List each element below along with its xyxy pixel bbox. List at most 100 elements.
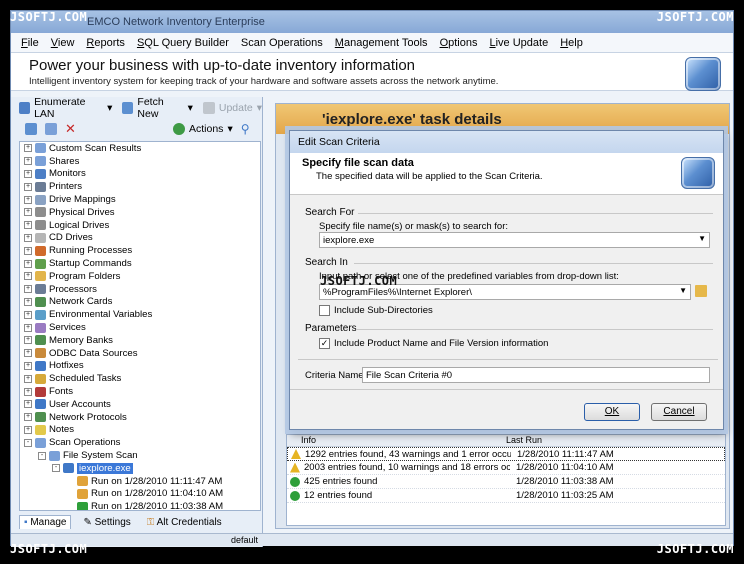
tree-item[interactable]: - File System Scan	[20, 449, 260, 462]
tree-item[interactable]: + Printers	[20, 180, 260, 193]
tree-item[interactable]: + Environmental Variables	[20, 308, 260, 321]
tree-item-label: Run on 1/28/2010 11:03:38 AM	[91, 501, 224, 511]
result-row[interactable]: 12 entries found 1/28/2010 11:03:25 AM	[287, 489, 725, 503]
expand-icon[interactable]: +	[24, 323, 32, 332]
fetch-new-button[interactable]: Fetch New ▾	[122, 96, 193, 120]
include-subdirectories-checkbox[interactable]: Include Sub-Directories	[319, 305, 433, 316]
menu-item-0[interactable]: File	[15, 37, 45, 49]
expand-icon[interactable]: +	[24, 413, 32, 422]
actions-button[interactable]: Actions ▾	[173, 123, 233, 135]
chevron-down-icon[interactable]: ▼	[698, 234, 706, 243]
enumerate-lan-button[interactable]: Enumerate LAN ▾	[19, 96, 112, 120]
tree-item[interactable]: Run on 1/28/2010 11:04:10 AM	[20, 488, 260, 501]
tab-settings[interactable]: ✎ Settings	[79, 516, 134, 529]
menu-item-8[interactable]: Help	[554, 37, 589, 49]
tree-item[interactable]: + Physical Drives	[20, 206, 260, 219]
tree-item[interactable]: + Fonts	[20, 385, 260, 398]
tree-item[interactable]: + Logical Drives	[20, 219, 260, 232]
search-for-label: Search For	[305, 207, 355, 218]
file-name-combo[interactable]: iexplore.exe ▼	[319, 232, 710, 248]
result-row[interactable]: 425 entries found 1/28/2010 11:03:38 AM	[287, 475, 725, 489]
tree-item[interactable]: + Shares	[20, 155, 260, 168]
tab-manage[interactable]: ▪ Manage	[19, 515, 72, 529]
result-row[interactable]: 2003 entries found, 10 warnings and 18 e…	[287, 461, 725, 475]
result-description: 12 entries found	[304, 490, 373, 501]
expand-icon[interactable]: +	[24, 425, 32, 434]
tree-item[interactable]: + Processors	[20, 283, 260, 296]
title-bar[interactable]: EMCO Network Inventory Enterprise	[11, 11, 733, 33]
tree-item[interactable]: Run on 1/28/2010 11:03:38 AM	[20, 500, 260, 511]
menu-item-1[interactable]: View	[45, 37, 81, 49]
tree-item[interactable]: + Network Cards	[20, 296, 260, 309]
tab-alt-credentials[interactable]: ⚿ Alt Credentials	[143, 516, 226, 529]
tree-item[interactable]: + Memory Banks	[20, 334, 260, 347]
tree-item[interactable]: + Custom Scan Results	[20, 142, 260, 155]
chevron-down-icon[interactable]: ▼	[679, 286, 687, 295]
column-info[interactable]: Info	[287, 435, 316, 446]
tree-item[interactable]: + Startup Commands	[20, 257, 260, 270]
tree-item[interactable]: + CD Drives	[20, 232, 260, 245]
expand-icon[interactable]: +	[24, 387, 32, 396]
tree-item[interactable]: + Monitors	[20, 168, 260, 181]
expand-icon[interactable]: +	[24, 157, 32, 166]
ok-button[interactable]: OK	[584, 403, 640, 421]
include-product-checkbox[interactable]: ✓ Include Product Name and File Version …	[319, 338, 548, 349]
tree-item[interactable]: + User Accounts	[20, 398, 260, 411]
expand-icon[interactable]: +	[24, 297, 32, 306]
menu-item-5[interactable]: Management Tools	[329, 37, 434, 49]
tree-item[interactable]: - iexplore.exe	[20, 462, 260, 475]
key-icon: ⚿	[146, 516, 155, 528]
tree-item[interactable]: + Services	[20, 321, 260, 334]
cancel-button[interactable]: Cancel	[651, 403, 707, 421]
tree-item[interactable]: + Notes	[20, 424, 260, 437]
collapse-icon[interactable]: -	[38, 451, 46, 460]
dialog-title-bar[interactable]: Edit Scan Criteria	[290, 131, 723, 153]
tree-node-icon	[35, 284, 46, 295]
search-icon[interactable]: ⚲	[241, 122, 250, 136]
expand-icon[interactable]: +	[24, 144, 32, 153]
menu-item-2[interactable]: Reports	[80, 37, 131, 49]
tree-item[interactable]: + Network Protocols	[20, 411, 260, 424]
criteria-name-input[interactable]: File Scan Criteria #0	[362, 367, 710, 383]
expand-icon[interactable]: +	[24, 208, 32, 217]
expand-icon[interactable]: +	[24, 336, 32, 345]
tree-item[interactable]: + Hotfixes	[20, 360, 260, 373]
expand-icon[interactable]: +	[24, 349, 32, 358]
expand-icon[interactable]: +	[24, 400, 32, 409]
tree-item[interactable]: + Running Processes	[20, 244, 260, 257]
expand-icon[interactable]: +	[24, 182, 32, 191]
tree-item-label: Running Processes	[49, 245, 133, 257]
tree-item[interactable]: + Scheduled Tasks	[20, 372, 260, 385]
menu-item-4[interactable]: Scan Operations	[235, 37, 329, 49]
expand-icon[interactable]: +	[24, 221, 32, 230]
tree-item[interactable]: - Scan Operations	[20, 436, 260, 449]
edit-machine-icon[interactable]	[45, 123, 57, 135]
expand-icon[interactable]: +	[24, 259, 32, 268]
delete-icon[interactable]: ✕	[65, 122, 77, 135]
tree-node-icon	[35, 143, 46, 154]
column-last-run[interactable]: Last Run	[316, 435, 542, 446]
result-row[interactable]: 1292 entries found, 43 warnings and 1 er…	[287, 447, 725, 461]
tree-item[interactable]: + Program Folders	[20, 270, 260, 283]
expand-icon[interactable]: +	[24, 246, 32, 255]
expand-icon[interactable]: +	[24, 169, 32, 178]
menu-item-3[interactable]: SQL Query Builder	[131, 37, 235, 49]
expand-icon[interactable]: +	[24, 374, 32, 383]
menu-item-6[interactable]: Options	[434, 37, 484, 49]
collapse-icon[interactable]: -	[52, 464, 60, 473]
expand-icon[interactable]: +	[24, 310, 32, 319]
tree-item[interactable]: Run on 1/28/2010 11:11:47 AM	[20, 475, 260, 488]
expand-icon[interactable]: +	[24, 272, 32, 281]
tree-item[interactable]: + Drive Mappings	[20, 193, 260, 206]
collapse-icon[interactable]: -	[24, 438, 32, 447]
browse-folder-icon[interactable]	[695, 285, 707, 297]
expand-icon[interactable]: +	[24, 285, 32, 294]
expand-icon[interactable]: +	[24, 361, 32, 370]
update-button[interactable]: Update ▾	[202, 102, 262, 114]
expand-icon[interactable]: +	[24, 195, 32, 204]
tree-item[interactable]: + ODBC Data Sources	[20, 347, 260, 360]
expand-icon[interactable]: +	[24, 233, 32, 242]
menu-item-7[interactable]: Live Update	[483, 37, 554, 49]
tree-item-label: ODBC Data Sources	[49, 347, 138, 359]
add-machine-icon[interactable]	[25, 123, 37, 135]
